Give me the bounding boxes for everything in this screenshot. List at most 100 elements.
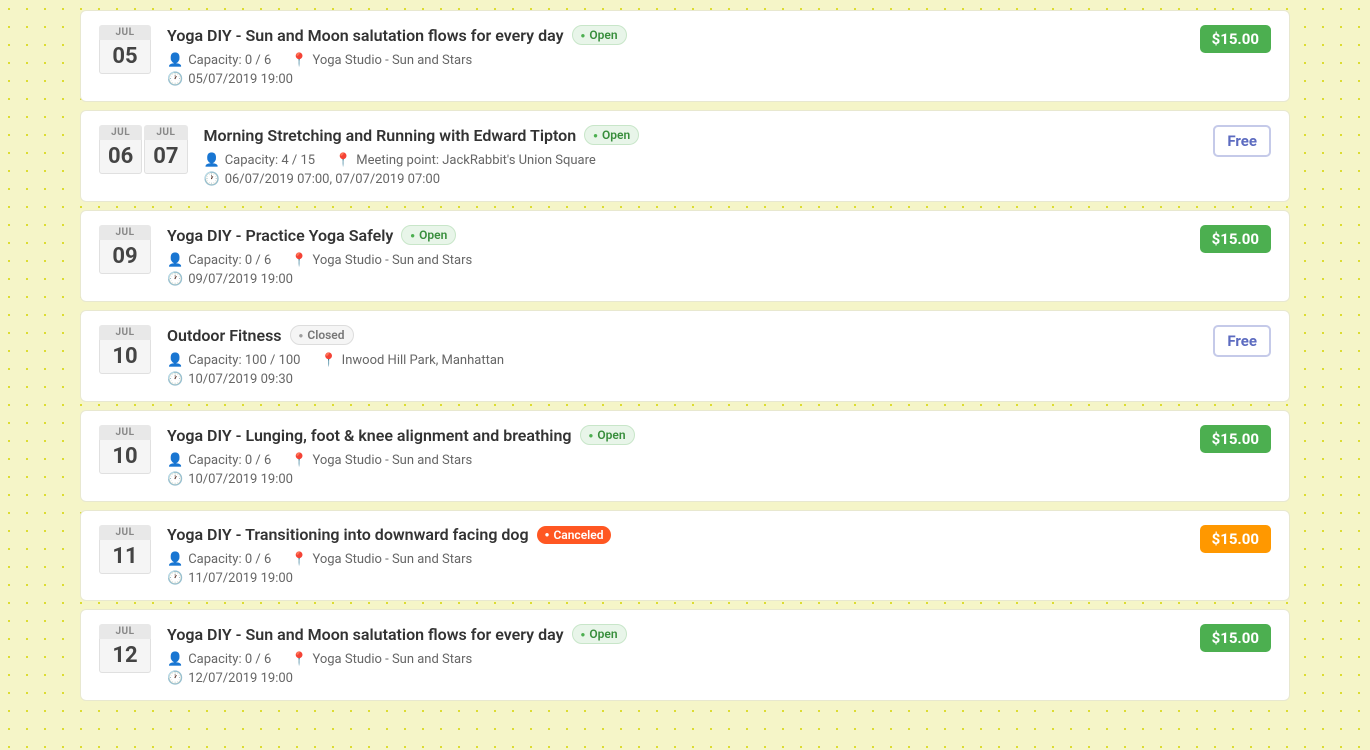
location-text: Yoga Studio - Sun and Stars	[312, 253, 472, 268]
event-card[interactable]: JUL 12 Yoga DIY - Sun and Moon salutatio…	[80, 609, 1290, 701]
event-right: $15.00	[1192, 25, 1271, 53]
location-item: 📍 Yoga Studio - Sun and Stars	[291, 453, 472, 468]
date-day: 11	[99, 540, 151, 574]
event-meta: 👤 Capacity: 4 / 15 📍 Meeting point: Jack…	[204, 153, 1190, 187]
price-badge: Free	[1213, 125, 1271, 157]
datetime-text: 10/07/2019 19:00	[188, 472, 293, 487]
date-badge: JUL 05	[99, 25, 151, 74]
datetime-item: 🕐 12/07/2019 19:00	[167, 671, 1176, 686]
event-title-row: Yoga DIY - Lunging, foot & knee alignmen…	[167, 425, 1176, 445]
status-badge: Closed	[290, 325, 354, 345]
datetime-item: 🕐 06/07/2019 07:00, 07/07/2019 07:00	[204, 172, 1190, 187]
clock-icon: 🕐	[167, 671, 183, 686]
event-meta: 👤 Capacity: 0 / 6 📍 Yoga Studio - Sun an…	[167, 53, 1176, 87]
status-badge: Open	[580, 425, 635, 445]
location-item: 📍 Yoga Studio - Sun and Stars	[291, 552, 472, 567]
event-title-row: Yoga DIY - Practice Yoga Safely Open	[167, 225, 1176, 245]
capacity-text: Capacity: 0 / 6	[188, 453, 271, 468]
capacity-text: Capacity: 100 / 100	[188, 353, 300, 368]
event-card[interactable]: JUL 06 JUL 07 Morning Stretching and Run…	[80, 110, 1290, 202]
datetime-item: 🕐 10/07/2019 19:00	[167, 472, 1176, 487]
event-right: $15.00	[1192, 525, 1271, 553]
event-card[interactable]: JUL 09 Yoga DIY - Practice Yoga Safely O…	[80, 210, 1290, 302]
event-title: Outdoor Fitness	[167, 326, 282, 345]
datetime-item: 🕐 10/07/2019 09:30	[167, 372, 1189, 387]
clock-icon: 🕐	[167, 372, 183, 387]
event-info: Yoga DIY - Transitioning into downward f…	[167, 525, 1176, 586]
date-day: 09	[99, 240, 151, 274]
date-month: JUL	[99, 425, 151, 440]
location-icon: 📍	[291, 253, 307, 268]
status-badge: Open	[572, 624, 627, 644]
date-badge: JUL 10	[99, 325, 151, 374]
event-title-row: Morning Stretching and Running with Edwa…	[204, 125, 1190, 145]
event-title-row: Yoga DIY - Sun and Moon salutation flows…	[167, 624, 1176, 644]
location-text: Yoga Studio - Sun and Stars	[312, 53, 472, 68]
event-title: Yoga DIY - Sun and Moon salutation flows…	[167, 625, 564, 644]
event-title: Yoga DIY - Lunging, foot & knee alignmen…	[167, 426, 572, 445]
capacity-item: 👤 Capacity: 100 / 100	[167, 353, 300, 368]
datetime-item: 🕐 11/07/2019 19:00	[167, 571, 1176, 586]
date-day: 10	[99, 340, 151, 374]
location-item: 📍 Yoga Studio - Sun and Stars	[291, 253, 472, 268]
event-info: Yoga DIY - Practice Yoga Safely Open 👤 C…	[167, 225, 1176, 287]
date-month: JUL	[99, 525, 151, 540]
location-icon: 📍	[291, 552, 307, 567]
datetime-text: 12/07/2019 19:00	[188, 671, 293, 686]
clock-icon: 🕐	[167, 272, 183, 287]
datetime-item: 🕐 05/07/2019 19:00	[167, 72, 1176, 87]
event-card[interactable]: JUL 11 Yoga DIY - Transitioning into dow…	[80, 510, 1290, 601]
event-right: $15.00	[1192, 225, 1271, 253]
event-right: $15.00	[1192, 425, 1271, 453]
location-text: Inwood Hill Park, Manhattan	[342, 353, 504, 368]
date-month: JUL	[99, 624, 151, 639]
capacity-text: Capacity: 0 / 6	[188, 253, 271, 268]
price-badge: $15.00	[1200, 624, 1271, 652]
date-month: JUL	[99, 225, 151, 240]
location-icon: 📍	[335, 153, 351, 168]
location-text: Meeting point: JackRabbit's Union Square	[356, 153, 595, 168]
date-day2: 07	[144, 140, 187, 174]
status-badge: Open	[584, 125, 639, 145]
location-item: 📍 Inwood Hill Park, Manhattan	[320, 353, 504, 368]
event-info: Yoga DIY - Sun and Moon salutation flows…	[167, 25, 1176, 87]
person-icon: 👤	[167, 552, 183, 567]
date-badge: JUL 11	[99, 525, 151, 574]
event-info: Morning Stretching and Running with Edwa…	[204, 125, 1190, 187]
location-item: 📍 Yoga Studio - Sun and Stars	[291, 53, 472, 68]
clock-icon: 🕐	[204, 172, 220, 187]
event-card[interactable]: JUL 10 Outdoor Fitness Closed 👤 Capacity…	[80, 310, 1290, 402]
location-item: 📍 Meeting point: JackRabbit's Union Squa…	[335, 153, 596, 168]
date-badge: JUL 12	[99, 624, 151, 673]
clock-icon: 🕐	[167, 571, 183, 586]
datetime-text: 06/07/2019 07:00, 07/07/2019 07:00	[225, 172, 440, 187]
event-right: Free	[1205, 325, 1271, 357]
date-month: JUL	[99, 125, 142, 140]
event-title-row: Yoga DIY - Sun and Moon salutation flows…	[167, 25, 1176, 45]
location-text: Yoga Studio - Sun and Stars	[312, 552, 472, 567]
location-text: Yoga Studio - Sun and Stars	[312, 453, 472, 468]
event-title: Yoga DIY - Practice Yoga Safely	[167, 226, 393, 245]
capacity-text: Capacity: 0 / 6	[188, 652, 271, 667]
date-month2: JUL	[144, 125, 187, 140]
price-badge: Free	[1213, 325, 1271, 357]
event-card[interactable]: JUL 05 Yoga DIY - Sun and Moon salutatio…	[80, 10, 1290, 102]
event-title: Yoga DIY - Transitioning into downward f…	[167, 525, 529, 544]
date-badge: JUL 06 JUL 07	[99, 125, 188, 174]
event-info: Yoga DIY - Sun and Moon salutation flows…	[167, 624, 1176, 686]
location-item: 📍 Yoga Studio - Sun and Stars	[291, 652, 472, 667]
event-list: JUL 05 Yoga DIY - Sun and Moon salutatio…	[80, 10, 1290, 709]
event-right: Free	[1205, 125, 1271, 157]
event-meta: 👤 Capacity: 100 / 100 📍 Inwood Hill Park…	[167, 353, 1189, 387]
event-card[interactable]: JUL 10 Yoga DIY - Lunging, foot & knee a…	[80, 410, 1290, 502]
capacity-item: 👤 Capacity: 0 / 6	[167, 53, 271, 68]
date-month: JUL	[99, 25, 151, 40]
location-icon: 📍	[320, 353, 336, 368]
person-icon: 👤	[167, 253, 183, 268]
location-icon: 📍	[291, 652, 307, 667]
event-title: Morning Stretching and Running with Edwa…	[204, 126, 577, 145]
datetime-text: 11/07/2019 19:00	[188, 571, 293, 586]
event-meta: 👤 Capacity: 0 / 6 📍 Yoga Studio - Sun an…	[167, 552, 1176, 586]
capacity-item: 👤 Capacity: 0 / 6	[167, 652, 271, 667]
event-right: $15.00	[1192, 624, 1271, 652]
